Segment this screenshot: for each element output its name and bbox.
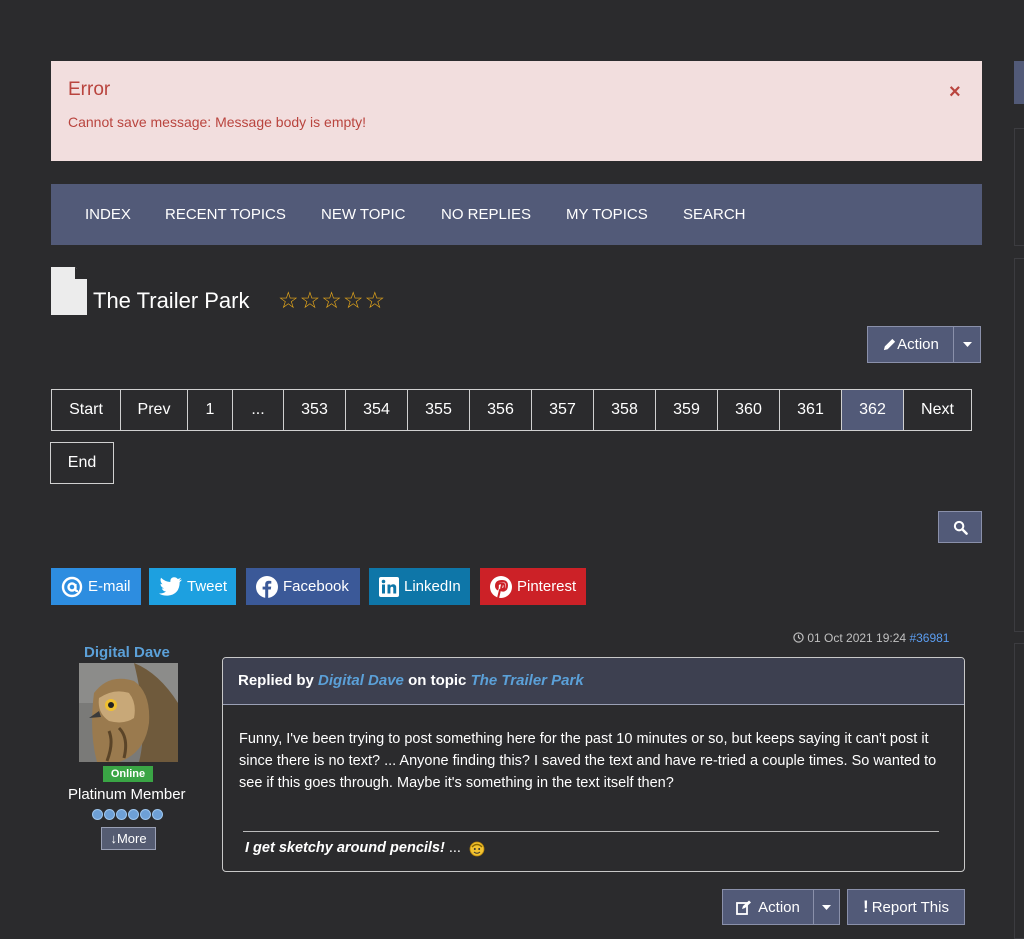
page-title: The Trailer Park [93,288,250,313]
search-button[interactable] [938,511,982,543]
at-icon [61,576,83,597]
share-pinterest-label: Pinterest [517,578,577,595]
signature-divider [243,831,939,832]
pinterest-icon [490,575,512,598]
nav-index[interactable]: INDEX [85,206,131,223]
page-357[interactable]: 357 [531,389,594,431]
more-button[interactable]: ↓ More [101,827,156,850]
nav-search[interactable]: SEARCH [683,206,746,223]
topic-action-button[interactable]: Action [867,326,954,363]
rank-dot [92,809,103,820]
nav-new-topic[interactable]: NEW TOPIC [321,206,405,223]
twitter-bird-icon [159,576,182,596]
signature-ellipsis: ... [448,840,461,856]
linkedin-icon [379,576,399,597]
page-359[interactable]: 359 [655,389,718,431]
page-361[interactable]: 361 [779,389,842,431]
nav-my-topics[interactable]: MY TOPICS [566,206,648,223]
share-tweet-label: Tweet [187,578,228,595]
page-start[interactable]: Start [51,389,121,431]
page-next[interactable]: Next [903,389,972,431]
reply-author-link[interactable]: Digital Dave [318,672,404,689]
share-email-button[interactable]: E-mail [51,568,141,605]
caret-down-icon [962,342,972,347]
reply-topic-link[interactable]: The Trailer Park [471,672,584,689]
signature-text: I get sketchy around pencils! [245,840,445,856]
post-body: Funny, I've been trying to post somethin… [239,731,937,791]
share-facebook-button[interactable]: Facebook [246,568,360,605]
post-header: Replied by Digital Dave on topic The Tra… [223,658,964,705]
report-button[interactable]: ! Report This [847,889,965,925]
online-status-badge: Online [103,766,153,782]
page-353[interactable]: 353 [283,389,346,431]
exclamation-icon: ! [863,897,869,916]
caret-down-icon [822,904,831,910]
page-362-current[interactable]: 362 [841,389,904,431]
owl-avatar-image [79,663,178,762]
topic-action-dropdown[interactable] [953,326,981,363]
nav-no-replies[interactable]: NO REPLIES [441,206,531,223]
post-action-dropdown[interactable] [813,889,840,925]
post-id-link[interactable]: #36981 [909,631,949,645]
facebook-icon [256,575,278,598]
error-alert: Error Cannot save message: Message body … [51,61,982,161]
page-ellipsis[interactable]: ... [232,389,284,431]
page-prev[interactable]: Prev [120,389,188,431]
clock-icon [793,632,804,643]
pencil-icon [884,338,896,351]
rank-dot [104,809,115,820]
share-email-label: E-mail [88,578,131,595]
action-label: Action [897,336,939,353]
topic-action-group: Action [867,326,981,363]
edit-icon [736,900,752,915]
page-360[interactable]: 360 [717,389,780,431]
alert-title: Error [68,79,111,100]
page-354[interactable]: 354 [345,389,408,431]
sidebar-panel-edge [1014,643,1024,939]
smiley-emoji-icon [469,841,485,857]
post-signature: I get sketchy around pencils! ... [245,840,485,857]
replied-by-label: Replied by [238,672,314,689]
post-author-name[interactable]: Digital Dave [84,644,170,661]
search-icon [953,520,968,535]
post-action-button[interactable]: Action [722,889,814,925]
rank-dot [140,809,151,820]
close-icon[interactable]: × [949,81,961,104]
post-action-group: Action [722,889,840,925]
page-end[interactable]: End [50,442,114,484]
post-date: 01 Oct 2021 19:24 [807,631,907,645]
page-355[interactable]: 355 [407,389,470,431]
rank-dot [128,809,139,820]
more-label: More [116,831,147,846]
post-action-label: Action [758,898,800,916]
on-topic-label: on topic [408,672,467,689]
page-356[interactable]: 356 [469,389,532,431]
share-tweet-button[interactable]: Tweet [149,568,236,605]
sidebar-panel-edge [1014,128,1024,246]
post-card: Replied by Digital Dave on topic The Tra… [222,657,965,872]
share-facebook-label: Facebook [283,578,349,595]
rating-stars[interactable]: ☆☆☆☆☆ [278,287,386,314]
alert-message: Cannot save message: Message body is emp… [68,114,367,130]
nav-recent-topics[interactable]: RECENT TOPICS [165,206,286,223]
post-meta: 01 Oct 2021 19:24 #36981 [793,631,949,645]
document-icon [51,267,87,315]
share-linkedin-button[interactable]: LinkedIn [369,568,470,605]
rank-dots [92,809,163,820]
sidebar-panel-edge [1014,258,1024,632]
pagination: Start Prev 1 ... 353 354 355 356 357 358… [51,389,972,431]
sidebar-edge [1014,61,1024,104]
share-linkedin-label: LinkedIn [404,578,461,595]
page-358[interactable]: 358 [593,389,656,431]
avatar[interactable] [79,663,178,762]
rank-dot [116,809,127,820]
topic-nav-bar: INDEX RECENT TOPICS NEW TOPIC NO REPLIES… [51,184,982,245]
page-1[interactable]: 1 [187,389,233,431]
report-label: Report This [871,898,949,916]
share-pinterest-button[interactable]: Pinterest [480,568,586,605]
member-rank: Platinum Member [68,786,186,803]
rank-dot [152,809,163,820]
